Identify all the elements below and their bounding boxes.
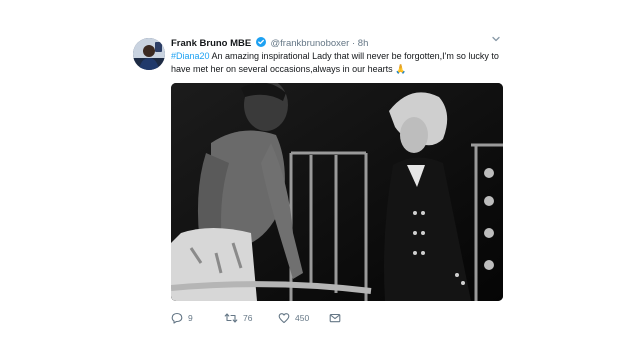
hashtag-link[interactable]: #Diana20 — [171, 51, 210, 61]
photo-image — [171, 83, 503, 301]
page: Frank Bruno MBE @frankbrunoboxer · 8h #D… — [0, 0, 640, 360]
tweet-body: An amazing inspirational Lady that will … — [171, 51, 499, 74]
pray-emoji: 🙏 — [395, 64, 407, 74]
tweet-text: #Diana20 An amazing inspirational Lady t… — [171, 50, 516, 76]
envelope-icon — [329, 312, 341, 324]
separator-dot: · — [351, 38, 356, 49]
tweet-actions: 9 76 450 — [171, 310, 503, 326]
avatar[interactable] — [133, 38, 165, 70]
tweet-card[interactable]: Frank Bruno MBE @frankbrunoboxer · 8h #D… — [130, 30, 510, 330]
verified-badge-icon — [255, 37, 266, 47]
chevron-down-icon[interactable] — [490, 32, 502, 44]
reply-icon — [171, 312, 183, 324]
tweet-timestamp[interactable]: 8h — [358, 38, 369, 49]
retweet-count: 76 — [243, 313, 253, 323]
direct-message-button[interactable] — [329, 310, 341, 326]
user-handle[interactable]: @frankbrunoboxer — [271, 38, 350, 49]
avatar-image — [133, 38, 165, 70]
tweet-photo[interactable] — [171, 83, 503, 301]
like-count: 450 — [295, 313, 310, 323]
retweet-icon — [224, 312, 238, 324]
retweet-button[interactable]: 76 — [224, 310, 252, 326]
display-name[interactable]: Frank Bruno MBE — [171, 38, 251, 49]
like-button[interactable]: 450 — [278, 310, 309, 326]
reply-button[interactable]: 9 — [171, 310, 193, 326]
heart-icon — [278, 312, 290, 324]
reply-count: 9 — [188, 313, 193, 323]
